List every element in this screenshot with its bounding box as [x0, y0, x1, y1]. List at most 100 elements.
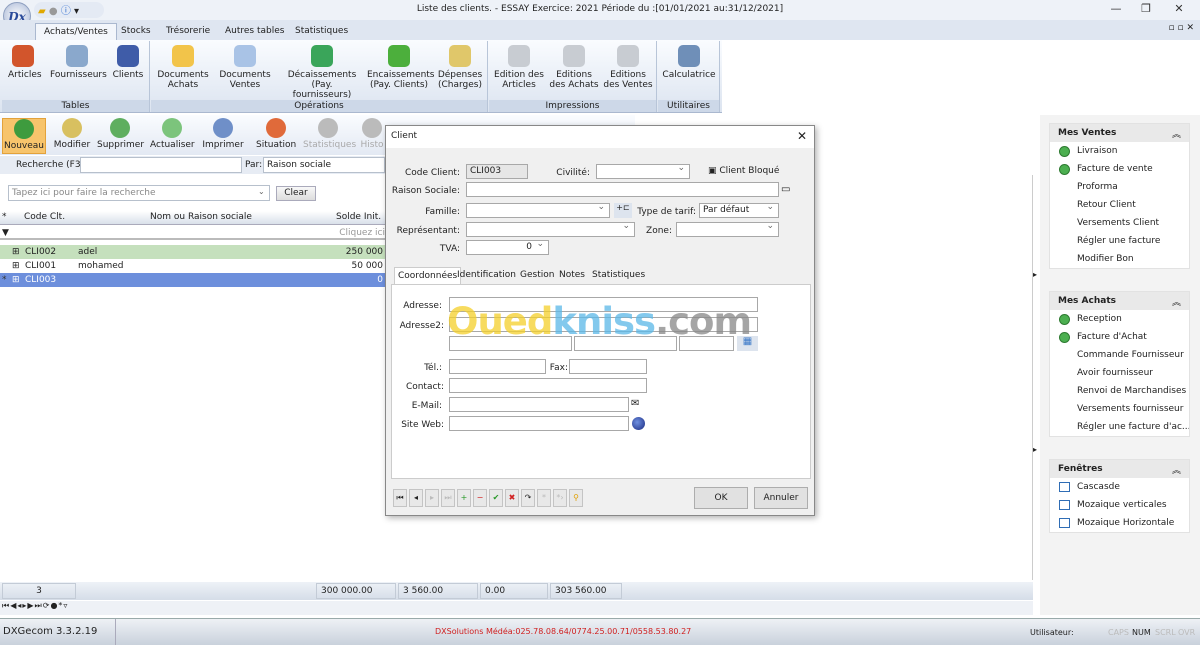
regler-facture-achat-link[interactable]: Régler une facture d'ac...: [1050, 418, 1189, 436]
panel-toggle-icon[interactable]: ▸: [1033, 270, 1037, 279]
reception-link[interactable]: Reception: [1050, 310, 1189, 328]
tab-coordonnees[interactable]: Coordonnées: [394, 267, 462, 284]
raison-sociale-input[interactable]: [466, 182, 779, 197]
avoir-fournisseur-link[interactable]: Avoir fournisseur: [1050, 364, 1189, 382]
collapse-icon[interactable]: ︽: [1172, 463, 1181, 476]
find-dropdown-icon[interactable]: ⌄: [258, 187, 265, 196]
minimize-button[interactable]: —: [1105, 2, 1127, 18]
restore-button[interactable]: ❐: [1135, 2, 1157, 18]
annuler-button[interactable]: Annuler: [754, 487, 808, 509]
add-record-button[interactable]: +: [457, 489, 471, 507]
cascade-link[interactable]: Cascasde: [1050, 478, 1189, 496]
cancel-record-button[interactable]: ✖: [505, 489, 519, 507]
tab-autres-tables[interactable]: Autres tables: [217, 23, 292, 40]
statistiques-button[interactable]: Statistiques: [303, 118, 356, 150]
circle-icon[interactable]: ●: [49, 6, 58, 17]
expand-icon[interactable]: ⊞: [12, 261, 20, 271]
table-row[interactable]: ⊞ CLI002 adel 250 000: [0, 245, 385, 259]
col-code[interactable]: Code Clt.: [24, 212, 65, 222]
facture-achat-link[interactable]: Facture d'Achat: [1050, 328, 1189, 346]
type-tarif-select[interactable]: Par défaut: [699, 202, 779, 218]
tab-tresorerie[interactable]: Trésorerie: [158, 23, 218, 40]
articles-button[interactable]: Articles: [8, 45, 42, 80]
panel-header[interactable]: Fenêtres ︽: [1050, 460, 1189, 478]
col-nom[interactable]: Nom ou Raison sociale: [150, 212, 252, 222]
imprimer-button[interactable]: Imprimer: [202, 118, 244, 150]
table-row[interactable]: ⊞ CLI001 mohamed 50 000: [0, 259, 385, 273]
commande-fournisseur-link[interactable]: Commande Fournisseur: [1050, 346, 1189, 364]
panel-toggle-icon[interactable]: ▸: [1033, 445, 1037, 454]
post-record-button[interactable]: ✔: [489, 489, 503, 507]
mdi-window-buttons[interactable]: ▫ ▫ ✕: [1169, 23, 1194, 33]
search-by-select[interactable]: Raison sociale: [263, 157, 385, 173]
calculatrice-button[interactable]: Calculatrice: [662, 45, 716, 80]
expand-icon[interactable]: ⊞: [12, 275, 20, 285]
historique-button[interactable]: Histo: [358, 118, 386, 150]
close-button[interactable]: ✕: [1168, 2, 1190, 18]
goto-bookmark-button[interactable]: *›: [553, 489, 567, 507]
representant-select[interactable]: [466, 221, 635, 237]
info-icon[interactable]: ⓘ: [61, 6, 71, 17]
collapse-icon[interactable]: ︽: [1172, 295, 1181, 308]
panel-header[interactable]: Mes Ventes ︽: [1050, 124, 1189, 142]
tva-select[interactable]: 0: [466, 239, 549, 255]
client-bloque-checkbox[interactable]: ▣ Client Bloqué: [708, 166, 779, 176]
mail-icon[interactable]: ✉: [631, 398, 639, 409]
col-solde[interactable]: Solde Init.: [336, 212, 381, 222]
situation-button[interactable]: Situation: [256, 118, 296, 150]
filter-row[interactable]: ▼ Cliquez ici: [0, 226, 385, 240]
editions-ventes-button[interactable]: Editions des Ventes: [603, 45, 653, 90]
mozaique-horizontale-link[interactable]: Mozaique Horizontale: [1050, 514, 1189, 532]
email-input[interactable]: [449, 397, 629, 412]
delete-record-button[interactable]: −: [473, 489, 487, 507]
dialog-close-icon[interactable]: ✕: [797, 129, 807, 143]
documents-achats-button[interactable]: Documents Achats: [155, 45, 211, 90]
first-record-button[interactable]: ⏮: [393, 489, 407, 507]
edition-articles-button[interactable]: Edition des Articles: [493, 45, 545, 90]
tab-identification[interactable]: Identification: [454, 267, 519, 284]
decaissements-button[interactable]: Décaissements (Pay. fournisseurs): [283, 45, 361, 100]
collapse-icon[interactable]: ︽: [1172, 127, 1181, 140]
nouveau-button[interactable]: Nouveau: [2, 118, 46, 154]
civilite-select[interactable]: [596, 163, 690, 179]
bookmark-button[interactable]: *: [537, 489, 551, 507]
encaissements-button[interactable]: Encaissements (Pay. Clients): [367, 45, 435, 90]
clear-button[interactable]: Clear: [276, 186, 316, 201]
fournisseurs-button[interactable]: Fournisseurs: [50, 45, 107, 80]
depenses-button[interactable]: Dépenses (Charges): [437, 45, 483, 90]
tab-statistiques[interactable]: Statistiques: [589, 267, 648, 284]
proforma-link[interactable]: Proforma: [1050, 178, 1189, 196]
clients-button[interactable]: Clients: [112, 45, 144, 80]
folder-icon[interactable]: ▰: [38, 6, 46, 17]
regler-facture-link[interactable]: Régler une facture: [1050, 232, 1189, 250]
fax-input[interactable]: [569, 359, 647, 374]
card-icon[interactable]: ▭: [781, 184, 790, 195]
find-input[interactable]: Tapez ici pour faire la recherche: [8, 185, 270, 201]
zone-select[interactable]: [676, 221, 779, 237]
last-record-button[interactable]: ⏭: [441, 489, 455, 507]
panel-header[interactable]: Mes Achats ︽: [1050, 292, 1189, 310]
search-input[interactable]: [80, 157, 242, 173]
prev-record-button[interactable]: ◂: [409, 489, 423, 507]
site-web-input[interactable]: [449, 416, 629, 431]
versements-fournisseur-link[interactable]: Versements fournisseur: [1050, 400, 1189, 418]
livraison-link[interactable]: Livraison: [1050, 142, 1189, 160]
filter-record-button[interactable]: ⚲: [569, 489, 583, 507]
retour-client-link[interactable]: Retour Client: [1050, 196, 1189, 214]
contact-input[interactable]: [449, 378, 647, 393]
tab-notes[interactable]: Notes: [556, 267, 588, 284]
ok-button[interactable]: OK: [694, 487, 748, 509]
tel-input[interactable]: [449, 359, 546, 374]
record-navigator[interactable]: ⏮◀◂▸▶⏭⟳●*▿: [0, 601, 1033, 615]
supprimer-button[interactable]: Supprimer: [97, 118, 144, 150]
documents-ventes-button[interactable]: Documents Ventes: [217, 45, 273, 90]
expand-icon[interactable]: ⊞: [12, 247, 20, 257]
editions-achats-button[interactable]: Editions des Achats: [549, 45, 599, 90]
next-record-button[interactable]: ▸: [425, 489, 439, 507]
globe-icon[interactable]: [632, 417, 645, 430]
modifier-button[interactable]: Modifier: [52, 118, 92, 150]
mozaique-verticale-link[interactable]: Mozaique verticales: [1050, 496, 1189, 514]
famille-select[interactable]: [466, 202, 610, 218]
tab-statistiques[interactable]: Statistiques: [287, 23, 356, 40]
quick-access-toolbar[interactable]: ▰ ● ⓘ ▾: [34, 2, 104, 18]
